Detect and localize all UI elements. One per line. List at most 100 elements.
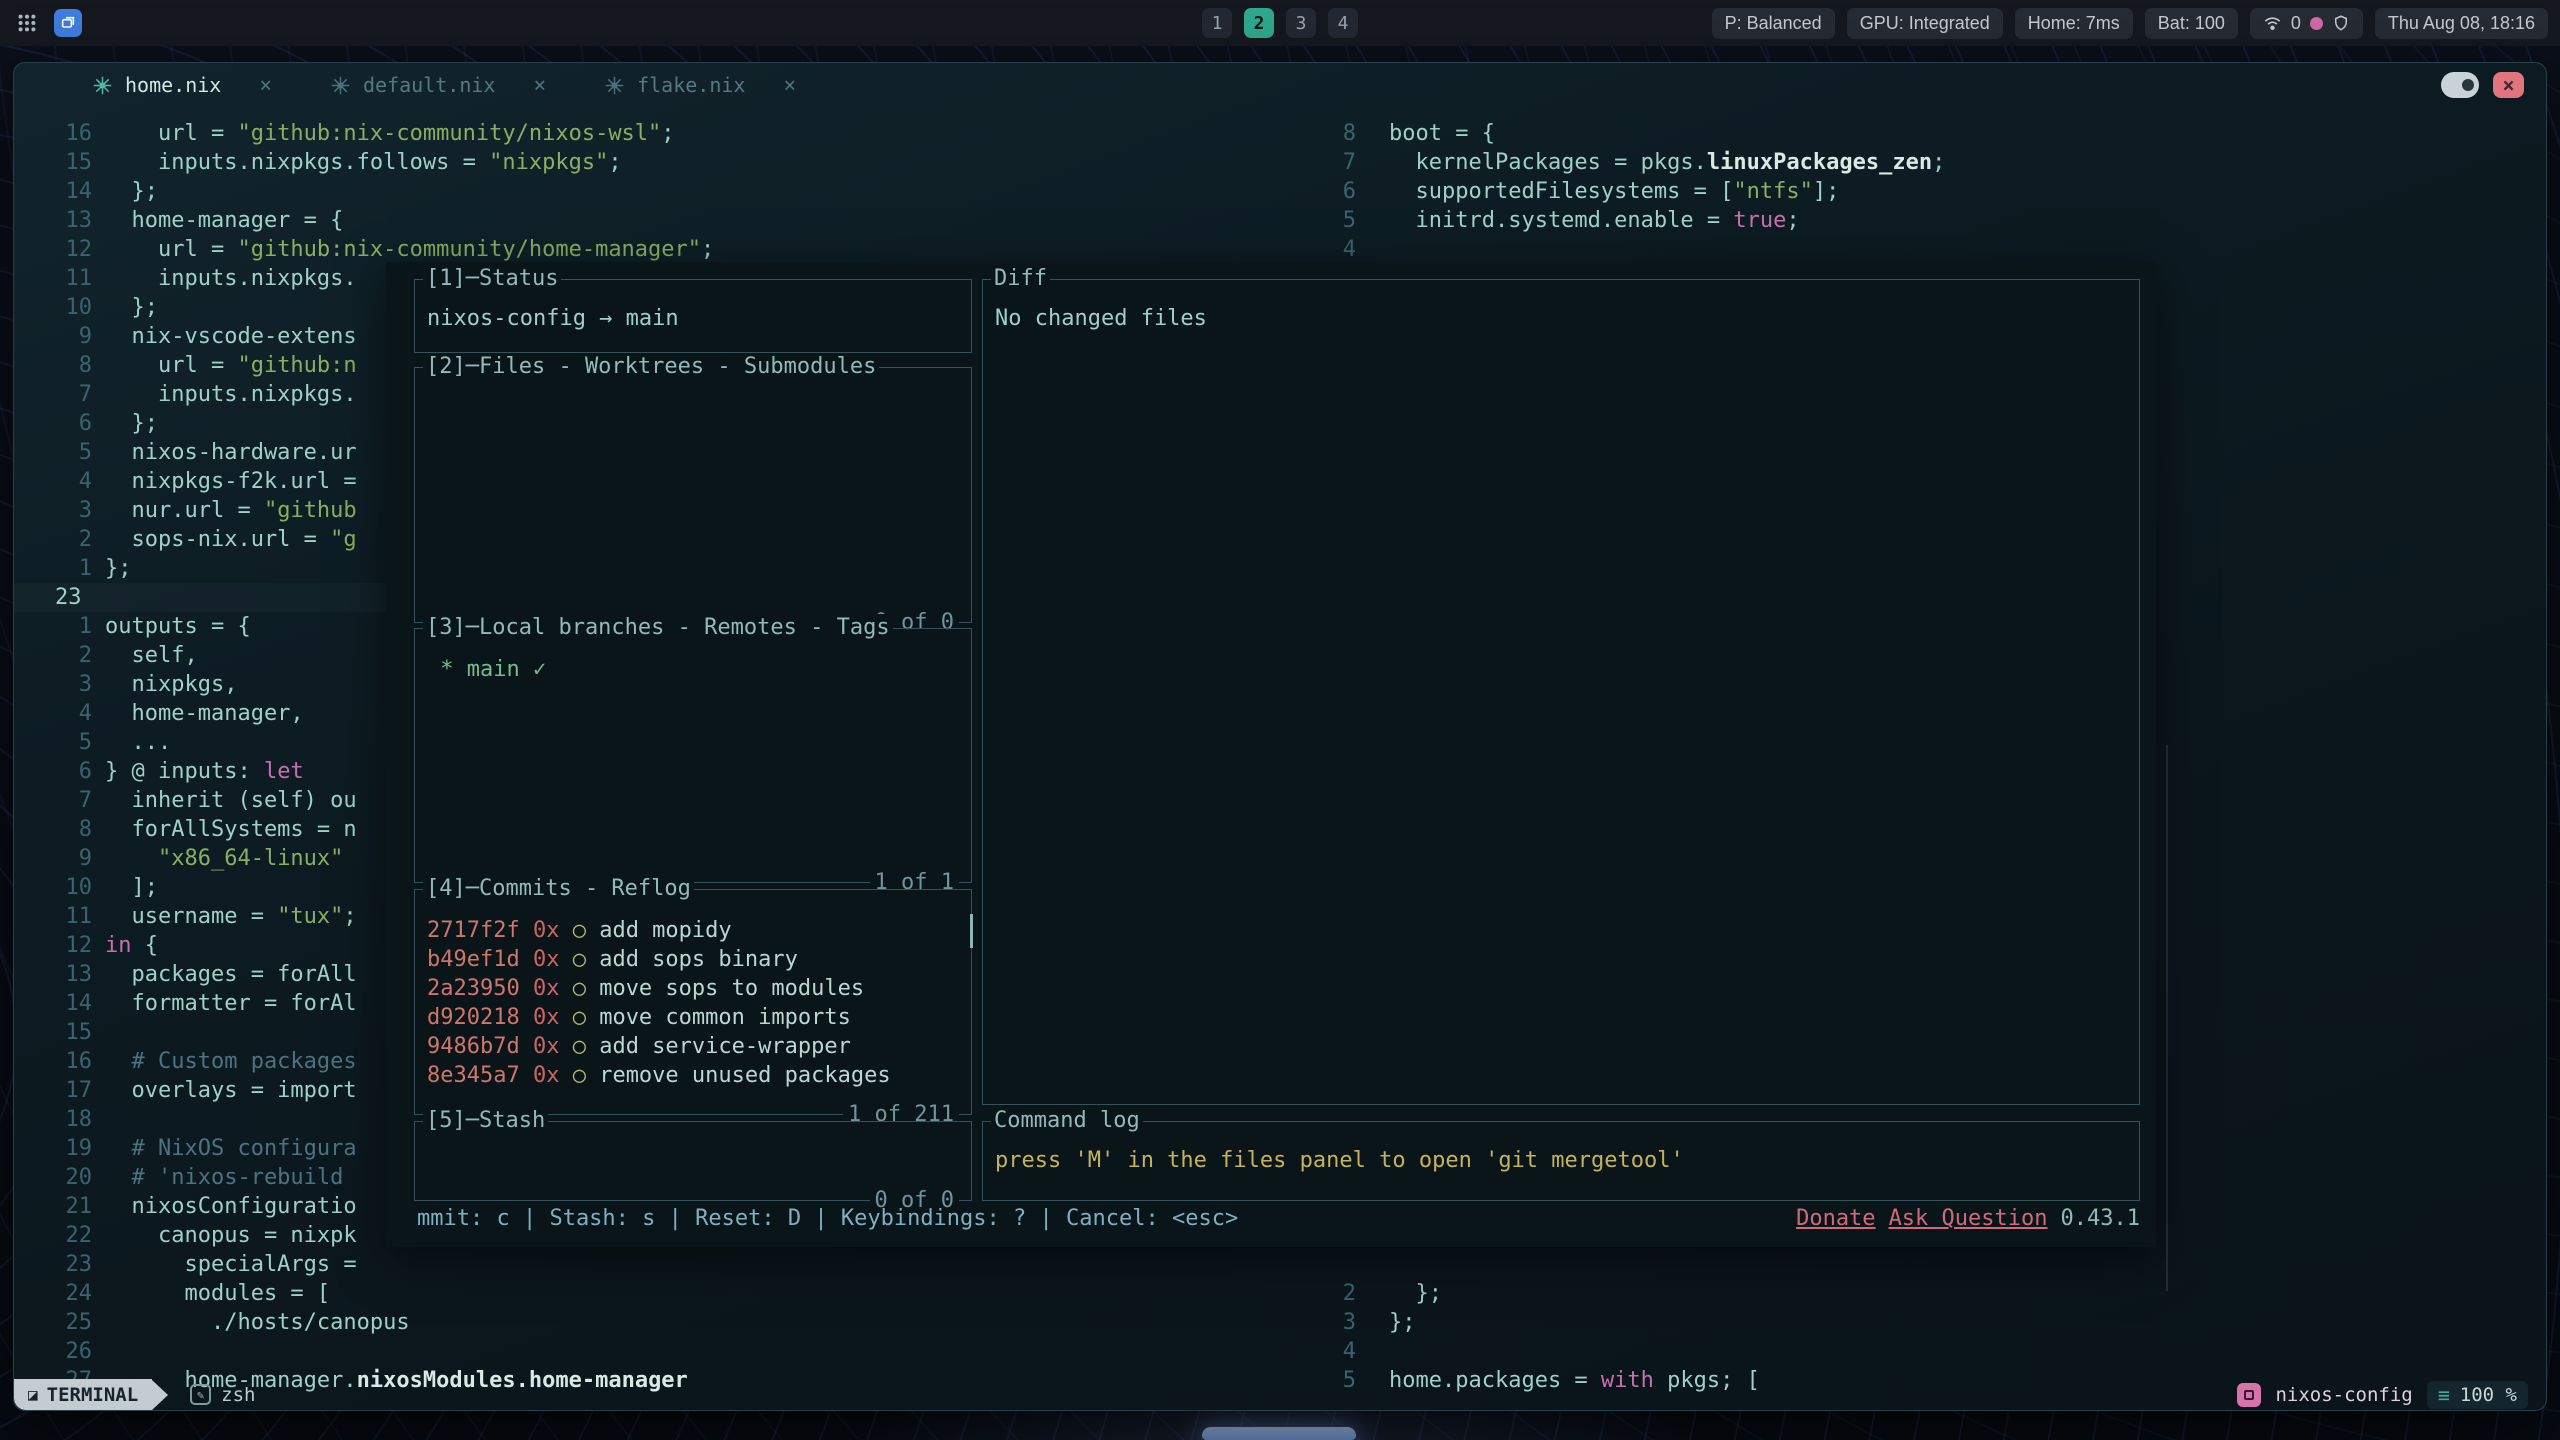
editor-tab[interactable]: flake.nix× [604,73,796,97]
panel-title: [1]─Status [423,265,561,293]
session-name: nixos-config [2275,1384,2412,1406]
code-text: username = "tux"; [105,902,357,931]
lazygit-stash-panel[interactable]: [5]─Stash 0 of 0 [414,1121,972,1201]
code-text: nixpkgs, [105,670,237,699]
donate-link[interactable]: Donate [1796,1206,1875,1231]
recording-dot-icon [2310,17,2323,30]
line-number: 2 [14,641,92,670]
powerline-separator [152,1380,168,1410]
line-number: 25 [14,1308,92,1337]
line-number: 15 [14,1018,92,1047]
code-text: overlays = import [105,1076,357,1105]
line-number: 24 [14,1279,92,1308]
gpu-status[interactable]: GPU: Integrated [1847,8,2003,39]
lazygit-diff-panel[interactable]: Diff No changed files [982,279,2140,1105]
line-number: 8 [1324,119,1356,148]
topbar-left-group [16,9,82,37]
topbar-right-group: P: Balanced GPU: Integrated Home: 7ms Ba… [1712,8,2548,39]
shield-icon [2332,14,2350,32]
multiplexer-status-bar: ◪ TERMINAL ✎ zsh nixos-config ≡ 100 % [14,1379,2546,1410]
code-text: inputs.nixpkgs.follows = "nixpkgs"; [105,148,622,177]
line-number: 12 [14,235,92,264]
commit-row[interactable]: 9486b7d 0x ○ add service-wrapper [427,1032,959,1061]
workspace-button[interactable]: 4 [1328,8,1358,38]
commits-scrollbar[interactable] [970,914,973,948]
clock[interactable]: Thu Aug 08, 18:16 [2375,8,2548,39]
session-icon [2237,1383,2261,1407]
active-tab[interactable]: ✎ zsh [190,1384,255,1406]
editor-tab[interactable]: default.nix× [330,73,546,97]
code-text: # Custom packages [105,1047,357,1076]
workspace-button[interactable]: 3 [1286,8,1316,38]
tab-close-icon[interactable]: × [259,73,272,97]
toggle-switch[interactable] [2441,72,2479,98]
code-text: nixpkgs-f2k.url = [105,467,357,496]
window-close-button[interactable]: × [2493,72,2524,98]
line-number: 6 [14,409,92,438]
editor-line: 4 [1324,235,2546,264]
code-text: supportedFilesystems = ["ntfs"]; [1389,177,1839,206]
line-number: 6 [1324,177,1356,206]
code-text: # NixOS configura [105,1134,357,1163]
commit-row[interactable]: d920218 0x ○ move common imports [427,1003,959,1032]
statusbar-left: ◪ TERMINAL ✎ zsh [14,1379,255,1410]
line-number: 23 [14,1250,92,1279]
apps-grid-icon[interactable] [16,12,38,34]
code-text: nixosConfiguratio [105,1192,357,1221]
workspace-switcher: 1234 [1202,8,1358,38]
code-text: sops-nix.url = "g [105,525,357,554]
battery-widget: ≡ 100 % [2427,1381,2528,1409]
line-number: 4 [1324,235,1356,264]
line-number: 5 [14,728,92,757]
commit-row[interactable]: 2717f2f 0x ○ add mopidy [427,916,959,945]
nix-snowflake-icon [604,75,625,96]
lazygit-branches-panel[interactable]: [3]─Local branches - Remotes - Tags * ma… [414,628,972,883]
command-log-message: press 'M' in the files panel to open 'gi… [995,1148,1684,1173]
active-window-badge[interactable] [54,9,82,37]
line-number: 7 [1324,148,1356,177]
panel-title: [2]─Files - Worktrees - Submodules [423,353,879,381]
notification-count: 0 [2291,13,2301,34]
line-number: 7 [14,786,92,815]
editor-line: 13 home-manager = { [14,206,1324,235]
workspace-button[interactable]: 2 [1244,8,1274,38]
line-number: 15 [14,148,92,177]
toggle-knob [2462,79,2474,91]
commit-row[interactable]: b49ef1d 0x ○ add sops binary [427,945,959,974]
system-tray[interactable]: 0 [2250,8,2363,39]
line-number: 3 [14,496,92,525]
code-text: url = "github:n [105,351,357,380]
editor-tab[interactable]: home.nix× [92,73,272,97]
commit-row[interactable]: 8e345a7 0x ○ remove unused packages [427,1061,959,1090]
commit-row[interactable]: 2a23950 0x ○ move sops to modules [427,974,959,1003]
code-text: specialArgs = [105,1250,357,1279]
lazygit-command-log-panel[interactable]: Command log press 'M' in the files panel… [982,1121,2140,1201]
terminal-window: home.nix×default.nix×flake.nix× × 16 url… [13,62,2547,1411]
ping-status[interactable]: Home: 7ms [2015,8,2133,39]
editor-line: 23 specialArgs = [14,1250,1324,1279]
code-text: packages = forAll [105,960,357,989]
battery-status[interactable]: Bat: 100 [2145,8,2238,39]
code-text: }; [105,409,158,438]
line-number: 5 [1324,206,1356,235]
mode-indicator[interactable]: ◪ TERMINAL [14,1379,152,1410]
panel-title: [4]─Commits - Reflog [423,875,694,903]
lazygit-files-panel[interactable]: [2]─Files - Worktrees - Submodules 0 of … [414,367,972,623]
system-topbar: 1234 P: Balanced GPU: Integrated Home: 7… [0,0,2560,46]
edit-icon: ✎ [190,1384,211,1405]
power-profile-status[interactable]: P: Balanced [1712,8,1835,39]
tab-close-icon[interactable]: × [533,73,546,97]
panel-title: [5]─Stash [423,1107,548,1135]
line-number: 9 [14,844,92,873]
branch-item[interactable]: * main ✓ [427,655,959,684]
percent-label: 100 % [2460,1384,2517,1406]
code-text: kernelPackages = pkgs.linuxPackages_zen; [1389,148,1945,177]
lazygit-commits-panel[interactable]: [4]─Commits - Reflog 2717f2f 0x ○ add mo… [414,889,972,1115]
line-number: 5 [14,438,92,467]
line-number: 2 [1324,1279,1356,1308]
workspace-button[interactable]: 1 [1202,8,1232,38]
tab-close-icon[interactable]: × [783,73,796,97]
code-text: in { [105,931,158,960]
lazygit-status-panel[interactable]: [1]─Status nixos-config → main [414,279,972,353]
ask-question-link[interactable]: Ask Question [1889,1206,2048,1231]
